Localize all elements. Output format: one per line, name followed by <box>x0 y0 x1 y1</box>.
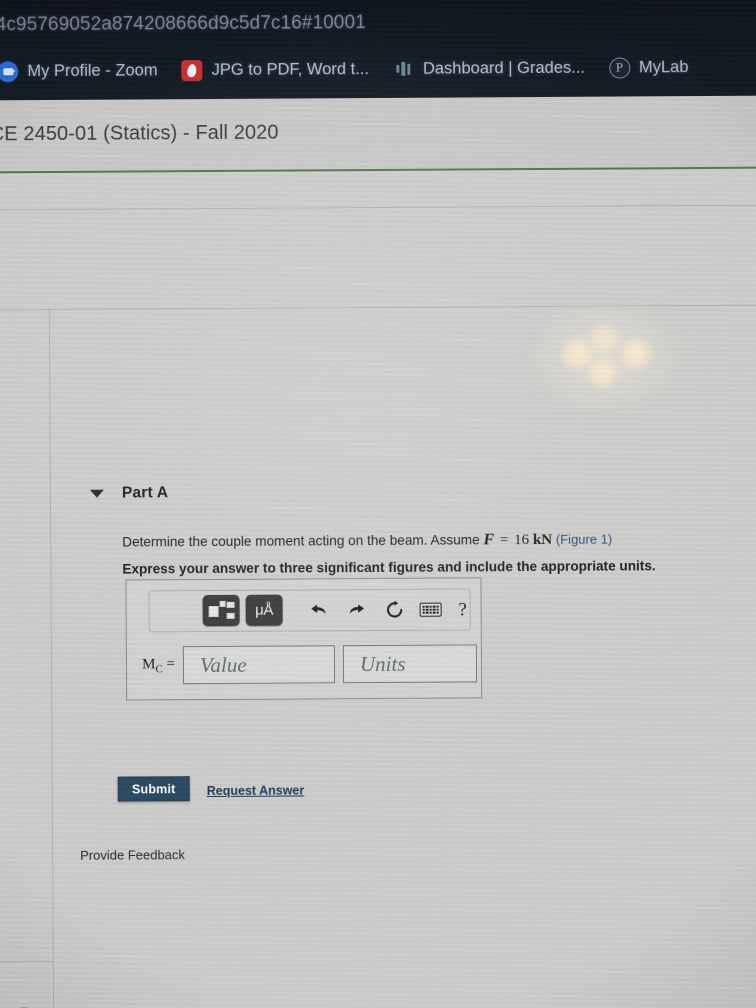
tab-label: MyLab <box>638 57 689 76</box>
tab-label: JPG to PDF, Word t... <box>211 59 369 79</box>
answer-variable-label: MC = <box>135 656 183 675</box>
screen-content: 54c95769052a874208666d9c5d7c16#10001 My … <box>0 0 756 1008</box>
divider-pager <box>0 960 53 963</box>
math-unit: kN <box>532 531 553 549</box>
units-input[interactable]: Units <box>342 644 478 684</box>
math-variable: F <box>483 531 495 549</box>
reset-icon[interactable] <box>384 599 406 621</box>
course-header: CE 2450-01 (Statics) - Fall 2020 <box>0 95 756 174</box>
redo-icon[interactable] <box>346 599 368 621</box>
tab-strip: My Profile - Zoom JPG to PDF, Word t... … <box>0 44 756 95</box>
answer-toolbar: μÅ ? <box>148 588 471 633</box>
tab-label: Dashboard | Grades... <box>422 58 586 78</box>
math-operator: = <box>499 532 509 549</box>
units-placeholder: Units <box>359 651 406 676</box>
tab-label: My Profile - Zoom <box>27 60 158 80</box>
chevron-down-icon[interactable] <box>89 489 104 498</box>
submit-label: Submit <box>131 781 176 797</box>
screen-photo: 54c95769052a874208666d9c5d7c16#10001 My … <box>0 0 756 1008</box>
keyboard-icon[interactable] <box>418 599 444 621</box>
math-number: 16 <box>514 532 530 549</box>
flame-icon <box>181 59 203 81</box>
divider-top <box>0 204 756 211</box>
content-area: Part A Determine the couple moment actin… <box>0 170 756 1008</box>
url-text: 54c95769052a874208666d9c5d7c16#10001 <box>0 12 366 36</box>
micro-angstrom-label: μÅ <box>255 601 274 619</box>
tab-dashboard-grades[interactable]: Dashboard | Grades... <box>383 48 599 89</box>
address-bar[interactable]: 54c95769052a874208666d9c5d7c16#10001 <box>0 4 756 43</box>
tab-jpg-to-pdf[interactable]: JPG to PDF, Word t... <box>171 49 383 90</box>
request-answer-link[interactable]: Request Answer <box>207 783 305 798</box>
answer-box: μÅ ? MC = Value Units <box>125 577 483 701</box>
undo-icon[interactable] <box>308 599 330 621</box>
course-title: CE 2450-01 (Statics) - Fall 2020 <box>0 121 279 146</box>
divider-left-column <box>48 309 55 1008</box>
tab-my-profile-zoom[interactable]: My Profile - Zoom <box>0 50 172 91</box>
part-a-label: Part A <box>121 484 169 502</box>
answer-variable-symbol: M <box>142 655 156 672</box>
question-prefix: Determine the couple moment acting on th… <box>122 532 480 550</box>
help-label: ? <box>458 598 467 621</box>
math-template-icon[interactable] <box>202 594 240 627</box>
submit-button[interactable]: Submit <box>117 776 190 802</box>
help-icon[interactable]: ? <box>456 598 470 620</box>
part-a-header[interactable]: Part A <box>89 484 169 502</box>
figure-link[interactable]: (Figure 1) <box>556 532 612 547</box>
video-camera-icon <box>0 60 19 82</box>
provide-feedback-link[interactable]: Provide Feedback <box>80 847 185 863</box>
tab-mylab[interactable]: P MyLab <box>599 47 703 88</box>
question-text: Determine the couple moment acting on th… <box>122 531 612 552</box>
answer-variable-equals: = <box>166 655 176 672</box>
bar-chart-icon <box>393 58 414 79</box>
divider-mid <box>0 304 756 311</box>
answer-field-row: MC = Value Units <box>135 640 479 688</box>
browser-chrome: 54c95769052a874208666d9c5d7c16#10001 My … <box>0 0 756 101</box>
pearson-p-icon: P <box>608 56 631 79</box>
page-body: CE 2450-01 (Statics) - Fall 2020 Part A … <box>0 95 756 1008</box>
value-placeholder: Value <box>199 652 247 677</box>
answer-variable-subscript: C <box>155 662 163 675</box>
question-instruction: Express your answer to three significant… <box>122 558 656 577</box>
units-button[interactable]: μÅ <box>245 594 283 626</box>
value-input[interactable]: Value <box>182 645 336 685</box>
